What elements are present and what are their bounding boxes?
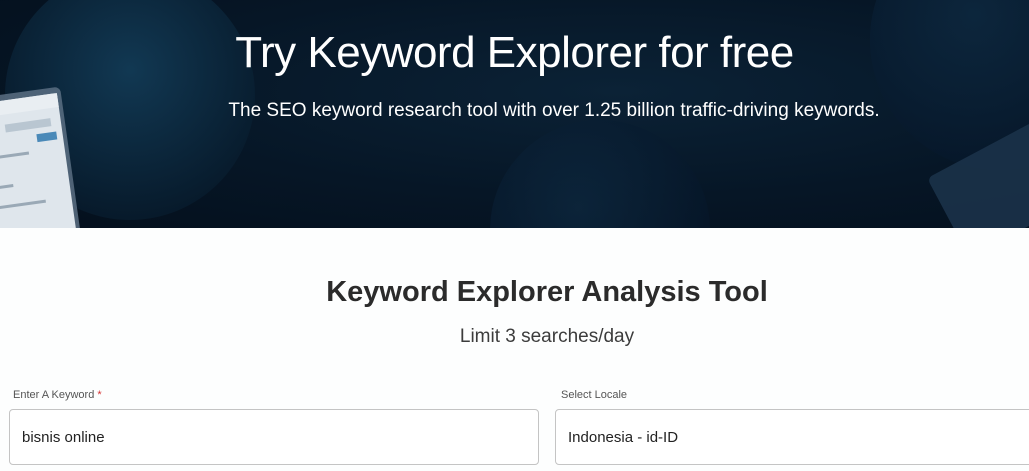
keyword-input[interactable] <box>9 409 539 465</box>
keyword-tool-section: Keyword Explorer Analysis Tool Limit 3 s… <box>0 228 1029 471</box>
locale-select[interactable]: Indonesia - id-ID <box>555 409 1029 465</box>
hero-banner: Try Keyword Explorer for free The SEO ke… <box>0 0 1029 228</box>
keyword-label-text: Enter A Keyword <box>13 389 95 401</box>
locale-selected-value: Indonesia - id-ID <box>568 428 679 446</box>
locale-field-label: Select Locale <box>561 389 628 401</box>
hero-subtitle: The SEO keyword research tool with over … <box>228 100 880 121</box>
keyword-field-label: Enter A Keyword * <box>13 389 102 401</box>
hero-title: Try Keyword Explorer for free <box>235 28 794 77</box>
required-mark: * <box>97 389 102 401</box>
page: Try Keyword Explorer for free The SEO ke… <box>0 0 1029 471</box>
decorative-orb-center <box>490 120 710 228</box>
search-limit-text: Limit 3 searches/day <box>459 326 635 347</box>
tool-title: Keyword Explorer Analysis Tool <box>326 276 768 308</box>
